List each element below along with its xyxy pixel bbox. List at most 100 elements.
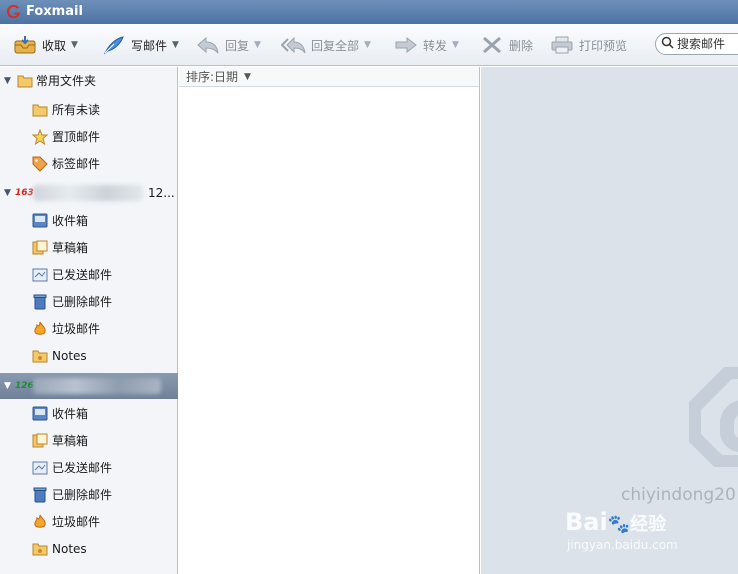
chevron-down-icon[interactable]: ▼ xyxy=(254,40,261,50)
tag-icon xyxy=(31,155,48,172)
preview-pane: chiyindong20 Bai🐾经验 jingyan.baidu.com xyxy=(481,67,738,574)
fire-junk-icon xyxy=(31,513,48,530)
forward-arrow-icon xyxy=(393,34,419,56)
account-name-redacted xyxy=(33,184,143,201)
receive-label: 收取 xyxy=(42,38,67,53)
folder-deleted[interactable]: 已删除邮件 xyxy=(0,288,178,315)
inbox-icon xyxy=(31,212,48,229)
reply-button[interactable]: 回复 ▼ xyxy=(195,33,261,57)
folder-label: Notes xyxy=(52,348,87,363)
forward-button[interactable]: 转发 ▼ xyxy=(393,33,459,57)
print-preview-button[interactable]: 打印预览 xyxy=(549,33,627,57)
inbox-receive-icon xyxy=(12,34,38,56)
printer-icon xyxy=(549,34,575,56)
folder-tagged[interactable]: 标签邮件 xyxy=(0,150,178,177)
folder-notes[interactable]: Notes xyxy=(0,342,178,369)
account-name-suffix: 12... xyxy=(148,185,175,200)
chevron-down-icon[interactable]: ▼ xyxy=(364,40,371,50)
reply-all-label: 回复全部 xyxy=(311,38,360,53)
watermark-username: chiyindong20 xyxy=(621,485,736,505)
fire-junk-icon xyxy=(31,320,48,337)
reply-label: 回复 xyxy=(225,38,250,53)
account-163[interactable]: ▼ 163 12... xyxy=(0,179,178,206)
compose-button[interactable]: 写邮件 ▼ xyxy=(101,33,179,57)
app-title: Foxmail xyxy=(26,4,83,19)
chevron-down-icon[interactable]: ▼ xyxy=(172,40,179,50)
folder-label: 收件箱 xyxy=(52,407,89,421)
folder-sidebar: ▼ 常用文件夹 所有未读 置顶邮件 标签邮件 ▼ 163 12... 收件箱 草… xyxy=(0,67,178,574)
chevron-down-icon[interactable]: ▼ xyxy=(452,40,459,50)
folder-deleted[interactable]: 已删除邮件 xyxy=(0,481,178,508)
watermark-baidu: Bai🐾经验 xyxy=(565,508,667,536)
account-126[interactable]: ▼ 126 xyxy=(0,373,178,399)
account-name-redacted xyxy=(33,378,161,394)
sort-label: 排序:日期 xyxy=(186,70,239,84)
folder-label: 草稿箱 xyxy=(52,241,89,255)
print-preview-label: 打印预览 xyxy=(579,38,628,53)
folder-drafts[interactable]: 草稿箱 xyxy=(0,234,178,261)
folder-label: 标签邮件 xyxy=(52,157,101,171)
folder-label: 草稿箱 xyxy=(52,434,89,448)
folder-label: 已删除邮件 xyxy=(52,295,113,309)
folder-icon xyxy=(16,72,33,89)
mail-list-pane: 排序:日期 ▼ xyxy=(179,67,480,574)
account-logo-126: 126 xyxy=(15,381,34,391)
trash-icon xyxy=(31,293,48,310)
notes-folder-icon xyxy=(31,347,48,364)
folder-inbox[interactable]: 收件箱 xyxy=(0,400,178,427)
account-logo-163: 163 xyxy=(15,187,34,198)
folder-sent[interactable]: 已发送邮件 xyxy=(0,261,178,288)
forward-label: 转发 xyxy=(423,38,448,53)
expand-triangle-icon[interactable]: ▼ xyxy=(4,188,11,198)
expand-triangle-icon[interactable]: ▼ xyxy=(4,76,11,86)
folder-label: 置顶邮件 xyxy=(52,130,101,144)
folder-notes[interactable]: Notes xyxy=(0,535,178,562)
inbox-icon xyxy=(31,405,48,422)
folder-group-label: 常用文件夹 xyxy=(36,74,97,88)
expand-triangle-icon[interactable]: ▼ xyxy=(4,381,11,391)
folder-label: Notes xyxy=(52,541,87,556)
delete-label: 删除 xyxy=(509,38,534,53)
chevron-down-icon: ▼ xyxy=(244,71,251,82)
search-box[interactable] xyxy=(655,33,738,55)
search-input[interactable] xyxy=(677,37,738,51)
title-bar: Foxmail xyxy=(0,0,738,24)
trash-icon xyxy=(31,486,48,503)
folder-label: 已发送邮件 xyxy=(52,268,113,282)
folder-group-common[interactable]: ▼ 常用文件夹 xyxy=(0,67,178,94)
reply-arrow-icon xyxy=(195,34,221,56)
foxmail-watermark-logo-icon xyxy=(689,367,738,467)
drafts-icon xyxy=(31,432,48,449)
folder-label: 收件箱 xyxy=(52,214,89,228)
watermark-url: jingyan.baidu.com xyxy=(567,538,678,552)
delete-x-icon xyxy=(479,34,505,56)
reply-all-icon xyxy=(281,34,307,56)
folder-label: 垃圾邮件 xyxy=(52,515,101,529)
toolbar: 收取 ▼ 写邮件 ▼ 回复 ▼ 回复全部 ▼ 转发 ▼ 删除 打印预览 搜索邮件 xyxy=(0,24,738,66)
sent-icon xyxy=(31,266,48,283)
search-icon xyxy=(661,36,674,52)
folder-junk[interactable]: 垃圾邮件 xyxy=(0,315,178,342)
folder-label: 已发送邮件 xyxy=(52,461,113,475)
compose-label: 写邮件 xyxy=(131,38,168,53)
folder-drafts[interactable]: 草稿箱 xyxy=(0,427,178,454)
sort-header[interactable]: 排序:日期 ▼ xyxy=(179,67,479,87)
folder-inbox[interactable]: 收件箱 xyxy=(0,207,178,234)
folder-icon xyxy=(31,101,48,118)
folder-all-unread[interactable]: 所有未读 xyxy=(0,96,178,123)
notes-folder-icon xyxy=(31,540,48,557)
folder-label: 垃圾邮件 xyxy=(52,322,101,336)
delete-button[interactable]: 删除 xyxy=(479,33,533,57)
folder-label: 所有未读 xyxy=(52,103,101,117)
star-icon xyxy=(31,128,48,145)
drafts-icon xyxy=(31,239,48,256)
folder-junk[interactable]: 垃圾邮件 xyxy=(0,508,178,535)
sent-icon xyxy=(31,459,48,476)
folder-label: 已删除邮件 xyxy=(52,488,113,502)
folder-pinned[interactable]: 置顶邮件 xyxy=(0,123,178,150)
foxmail-logo-icon xyxy=(6,4,21,19)
folder-sent[interactable]: 已发送邮件 xyxy=(0,454,178,481)
chevron-down-icon[interactable]: ▼ xyxy=(71,40,78,50)
reply-all-button[interactable]: 回复全部 ▼ xyxy=(281,33,371,57)
receive-button[interactable]: 收取 ▼ xyxy=(12,33,78,57)
